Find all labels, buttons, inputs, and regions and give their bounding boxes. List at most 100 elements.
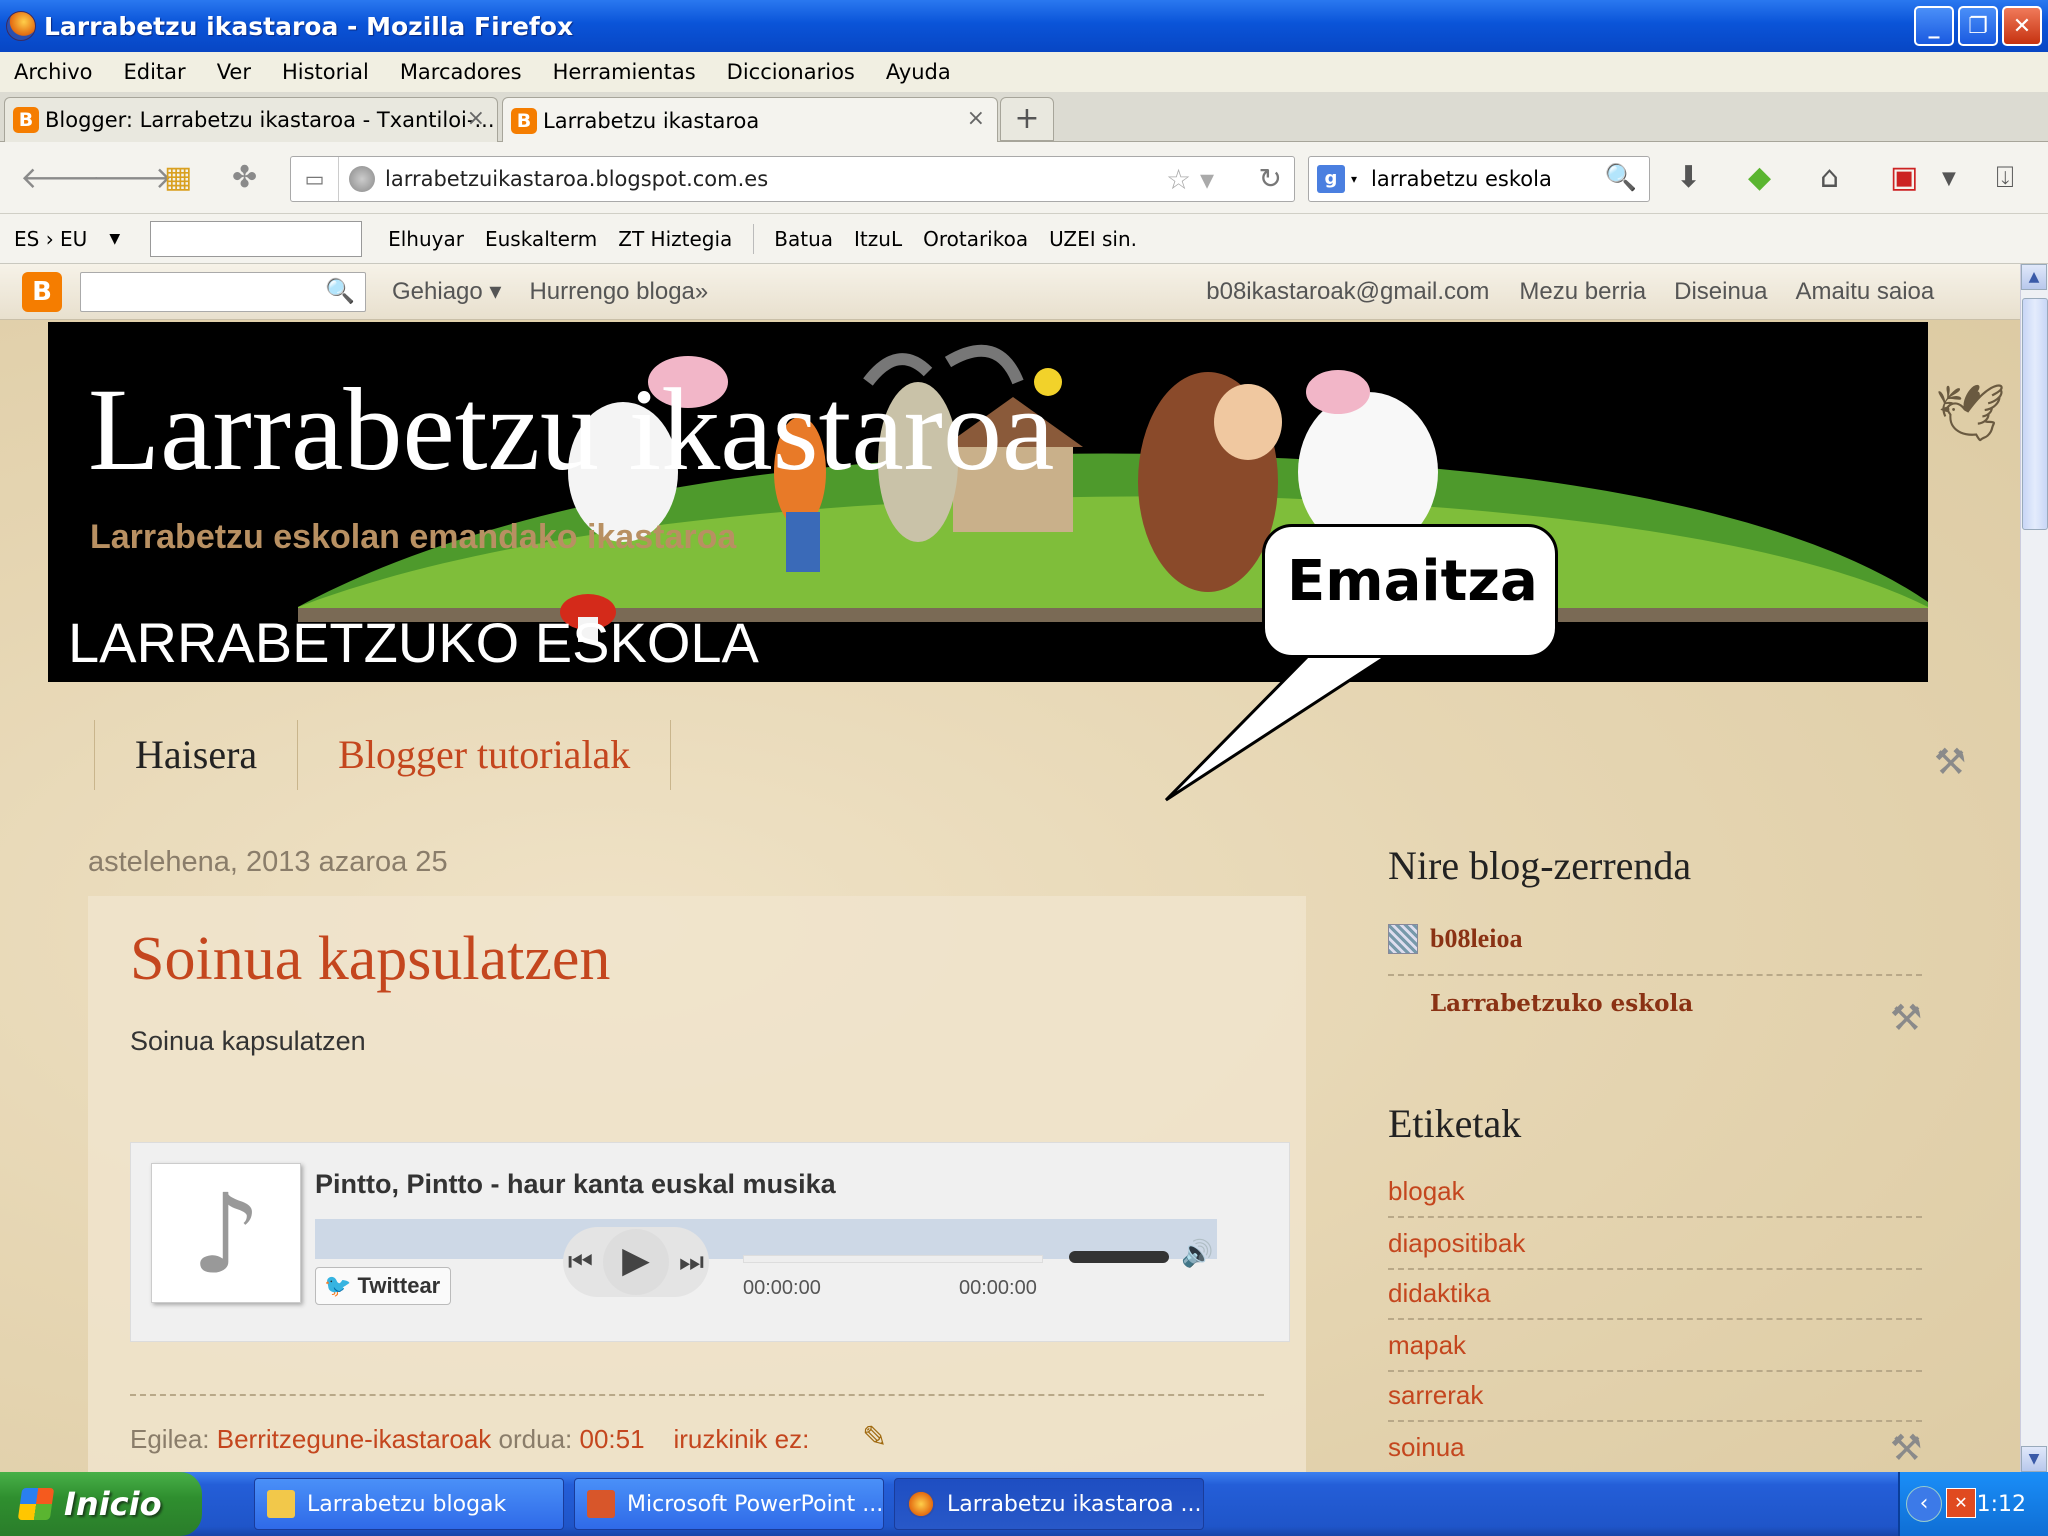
new-tab-button[interactable]: + <box>1000 97 1054 141</box>
minimize-button[interactable]: _ <box>1914 6 1954 46</box>
progress-track[interactable] <box>743 1255 1043 1263</box>
tab-blogger[interactable]: B Blogger: Larrabetzu ikastaroa - Txanti… <box>4 97 498 142</box>
edit-wrench-icon[interactable]: ⚒ <box>1890 998 1922 1039</box>
comments-link[interactable]: iruzkinik ez: <box>674 1424 810 1454</box>
windows-flag-icon <box>17 1488 55 1520</box>
tab-larrabetzu[interactable]: B Larrabetzu ikastaroa × <box>502 97 998 143</box>
next-icon[interactable]: ⏭ <box>679 1245 704 1279</box>
menu-marcadores[interactable]: Marcadores <box>400 60 522 84</box>
url-text[interactable]: larrabetzuikastaroa.blogspot.com.es <box>385 167 768 191</box>
link-uzei[interactable]: UZEI sin. <box>1049 227 1137 251</box>
engine-dropdown-icon[interactable]: ▾ <box>1351 172 1357 186</box>
search-icon[interactable]: 🔍 <box>325 277 355 305</box>
google-icon[interactable]: g <box>1317 165 1345 193</box>
reload-icon[interactable]: ↻ <box>1259 162 1282 195</box>
tab-blogger-tutorialak[interactable]: Blogger tutorialak <box>297 720 672 790</box>
language-selector[interactable]: ES › EU <box>14 227 87 251</box>
label-link[interactable]: mapak <box>1388 1330 1466 1361</box>
new-post-link[interactable]: Mezu berria <box>1519 278 1646 306</box>
blog-link-larrabetzuko-eskola[interactable]: Larrabetzuko eskola <box>1430 990 1693 1017</box>
menu-editar[interactable]: Editar <box>124 60 186 84</box>
expand-tray-icon[interactable]: ‹ <box>1906 1486 1942 1522</box>
apps-icon[interactable]: ▦ <box>164 160 192 195</box>
page-content: B 🔍 Gehiago ▾ Hurrengo bloga» b08ikastar… <box>0 264 2020 1472</box>
link-batua[interactable]: Batua <box>774 227 833 251</box>
tray-app-icon[interactable]: ✕ <box>1946 1488 1976 1518</box>
link-elhuyar[interactable]: Elhuyar <box>388 227 464 251</box>
link-zt-hiztegia[interactable]: ZT Hiztegia <box>618 227 732 251</box>
close-button[interactable]: ✕ <box>2002 6 2042 46</box>
link-euskalterm[interactable]: Euskalterm <box>485 227 597 251</box>
tab-haisera[interactable]: Haisera <box>94 720 297 790</box>
back-icon[interactable]: 🡐 <box>20 160 100 196</box>
edit-pencil-icon[interactable]: ✎ <box>862 1420 887 1455</box>
task-larrabetzu-blogak[interactable]: Larrabetzu blogak <box>254 1478 564 1530</box>
addon-red-icon[interactable]: ▣ <box>1890 160 1918 195</box>
menu-ver[interactable]: Ver <box>217 60 251 84</box>
start-label: Inicio <box>64 1485 162 1523</box>
design-link[interactable]: Diseinua <box>1674 278 1767 306</box>
link-itzul[interactable]: ItzuL <box>854 227 902 251</box>
blog-title[interactable]: Larrabetzu ikastaroa <box>88 362 1054 498</box>
menu-herramientas[interactable]: Herramientas <box>553 60 696 84</box>
home-icon[interactable]: ⌂ <box>1820 160 1839 195</box>
previous-icon[interactable]: ⏮ <box>568 1245 593 1279</box>
blogger-logo-icon[interactable]: B <box>22 271 62 312</box>
label-link[interactable]: blogak <box>1388 1176 1465 1207</box>
blog-header[interactable]: Larrabetzu ikastaroa Larrabetzu eskolan … <box>48 322 1928 682</box>
download-box-icon[interactable]: ⍗ <box>1996 160 2014 195</box>
bloglist-title: Nire blog-zerrenda <box>1388 843 1692 888</box>
dictionary-input[interactable] <box>150 220 363 257</box>
player-controls: ⏮ ▶ ⏭ <box>563 1227 709 1297</box>
download-icon[interactable]: ⬇ <box>1676 160 1701 195</box>
scroll-up-icon[interactable]: ▲ <box>2021 264 2047 290</box>
blogger-navbar: B 🔍 Gehiago ▾ Hurrengo bloga» b08ikastar… <box>0 264 2020 320</box>
label-link[interactable]: didaktika <box>1388 1278 1491 1309</box>
task-firefox[interactable]: Larrabetzu ikastaroa ... <box>894 1478 1204 1530</box>
user-email[interactable]: b08ikastaroak@gmail.com <box>1206 278 1489 306</box>
edit-wrench-icon[interactable]: ⚒ <box>1934 742 1966 783</box>
url-bar[interactable]: ▭ larrabetzuikastaroa.blogspot.com.es ☆ … <box>290 156 1295 202</box>
time-link[interactable]: 00:51 <box>580 1424 645 1454</box>
search-box[interactable]: g ▾ larrabetzu eskola 🔍 <box>1308 156 1650 202</box>
menu-dropdown-icon[interactable]: ▼ <box>1942 168 1956 189</box>
blog-link-b08leioa[interactable]: b08leioa <box>1430 924 1522 954</box>
tweet-button[interactable]: 🐦 Twittear <box>315 1267 451 1305</box>
link-orotarikoa[interactable]: Orotarikoa <box>923 227 1028 251</box>
scroll-down-icon[interactable]: ▼ <box>2021 1446 2047 1472</box>
label-link[interactable]: sarrerak <box>1388 1380 1483 1411</box>
label-link[interactable]: soinua <box>1388 1432 1465 1463</box>
addon-icon[interactable]: ✤ <box>232 160 257 195</box>
next-blog-link[interactable]: Hurrengo bloga» <box>529 278 708 306</box>
post-title[interactable]: Soinua kapsulatzen <box>130 924 610 995</box>
search-input[interactable]: larrabetzu eskola <box>1371 167 1552 191</box>
close-tab-icon[interactable]: × <box>967 106 985 131</box>
more-dropdown[interactable]: Gehiago ▾ <box>392 277 501 306</box>
maximize-button[interactable]: ❐ <box>1958 6 1998 46</box>
menu-historial[interactable]: Historial <box>282 60 369 84</box>
author-link[interactable]: Berritzegune-ikastaroak <box>217 1424 492 1454</box>
folder-icon <box>267 1490 295 1518</box>
language-dropdown-icon[interactable]: ▼ <box>109 231 120 247</box>
play-icon[interactable]: ▶ <box>602 1229 669 1295</box>
search-icon[interactable]: 🔍 <box>1605 163 1637 193</box>
addon-green-icon[interactable]: ◆ <box>1748 160 1771 195</box>
scroll-thumb[interactable] <box>2022 298 2048 530</box>
blog-search-input[interactable]: 🔍 <box>80 271 366 312</box>
edit-wrench-icon[interactable]: ⚒ <box>1890 1428 1922 1469</box>
menu-archivo[interactable]: Archivo <box>14 60 93 84</box>
vertical-scrollbar[interactable]: ▲ ▼ <box>2020 264 2048 1472</box>
start-button[interactable]: Inicio <box>0 1472 202 1536</box>
close-tab-icon[interactable]: × <box>467 106 485 131</box>
task-powerpoint[interactable]: Microsoft PowerPoint ... <box>574 1478 884 1530</box>
divider <box>1388 1370 1922 1372</box>
sign-out-link[interactable]: Amaitu saioa <box>1796 278 1935 306</box>
task-label: Microsoft PowerPoint ... <box>627 1491 884 1517</box>
volume-icon[interactable]: 🔊 <box>1181 1239 1213 1269</box>
bookmark-star-icon[interactable]: ☆ ▾ <box>1166 163 1214 196</box>
label-link[interactable]: diapositibak <box>1388 1228 1525 1259</box>
menu-ayuda[interactable]: Ayuda <box>886 60 951 84</box>
volume-slider[interactable] <box>1069 1251 1169 1263</box>
forward-icon[interactable]: 🡒 <box>92 160 172 196</box>
menu-diccionarios[interactable]: Diccionarios <box>727 60 855 84</box>
